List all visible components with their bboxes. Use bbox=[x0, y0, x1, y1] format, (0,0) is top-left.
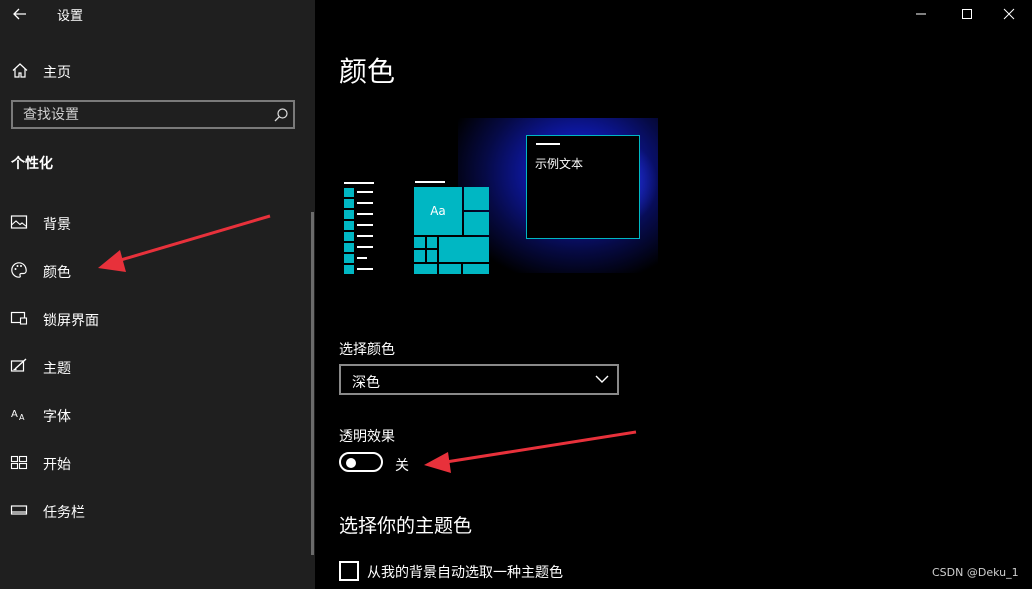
sidebar: 设置 主页 个性化 背景 颜色 锁屏界面 bbox=[0, 0, 315, 589]
preview-start-tiles: Aa bbox=[414, 180, 490, 275]
auto-accent-label: 从我的背景自动选取一种主题色 bbox=[367, 565, 563, 581]
svg-text:A: A bbox=[11, 409, 18, 420]
sidebar-item-label: 主题 bbox=[43, 361, 71, 377]
preview-tile-aa: Aa bbox=[414, 187, 462, 235]
section-title: 个性化 bbox=[11, 156, 53, 172]
minimize-icon bbox=[916, 13, 926, 15]
font-icon: A A bbox=[11, 409, 25, 422]
sidebar-item-start[interactable]: 开始 bbox=[0, 442, 310, 482]
theme-icon bbox=[10, 358, 27, 372]
page-title: 颜色 bbox=[339, 55, 396, 88]
transparency-toggle[interactable] bbox=[339, 452, 383, 472]
sample-text: 示例文本 bbox=[535, 157, 584, 171]
sidebar-item-colors[interactable]: 颜色 bbox=[0, 250, 310, 290]
search-box[interactable] bbox=[11, 100, 295, 129]
accent-color-title: 选择你的主题色 bbox=[339, 515, 473, 537]
sidebar-item-background[interactable]: 背景 bbox=[0, 202, 310, 242]
back-button[interactable] bbox=[6, 0, 34, 28]
preview-app-list bbox=[344, 182, 378, 277]
transparency-label: 透明效果 bbox=[339, 429, 395, 445]
svg-text:A: A bbox=[19, 413, 25, 422]
choose-color-label: 选择颜色 bbox=[339, 342, 395, 358]
sidebar-item-label: 主页 bbox=[43, 65, 71, 81]
search-input[interactable] bbox=[13, 102, 273, 127]
maximize-button[interactable] bbox=[944, 0, 990, 28]
lock-screen-icon bbox=[10, 311, 28, 325]
chevron-down-icon bbox=[595, 375, 609, 383]
sidebar-item-label: 颜色 bbox=[43, 265, 71, 281]
main-content: 颜色 bbox=[315, 0, 1032, 589]
search-icon[interactable] bbox=[273, 107, 289, 123]
back-arrow-icon bbox=[13, 8, 26, 20]
minimize-button[interactable] bbox=[898, 0, 944, 28]
home-icon bbox=[12, 63, 28, 78]
choose-color-value: 深色 bbox=[352, 375, 380, 391]
transparency-state: 关 bbox=[395, 458, 409, 474]
sidebar-item-lock-screen[interactable]: 锁屏界面 bbox=[0, 298, 310, 338]
start-icon bbox=[10, 455, 28, 470]
sidebar-scrollbar[interactable] bbox=[311, 212, 314, 555]
sidebar-item-fonts[interactable]: A A 字体 bbox=[0, 394, 310, 434]
maximize-icon bbox=[962, 9, 972, 19]
picture-icon bbox=[10, 215, 28, 229]
sidebar-item-label: 背景 bbox=[43, 217, 71, 233]
sidebar-item-themes[interactable]: 主题 bbox=[0, 346, 310, 386]
sidebar-item-label: 字体 bbox=[43, 409, 71, 425]
sidebar-item-label: 锁屏界面 bbox=[43, 313, 99, 329]
palette-icon bbox=[11, 262, 27, 278]
sidebar-item-home[interactable]: 主页 bbox=[0, 54, 315, 86]
close-icon bbox=[1003, 8, 1015, 20]
toggle-knob bbox=[346, 458, 356, 468]
app-title: 设置 bbox=[57, 9, 84, 24]
choose-color-dropdown[interactable]: 深色 bbox=[339, 364, 619, 395]
taskbar-icon bbox=[10, 505, 28, 515]
sidebar-item-label: 开始 bbox=[43, 457, 71, 473]
close-button[interactable] bbox=[986, 0, 1032, 28]
sidebar-item-taskbar[interactable]: 任务栏 bbox=[0, 490, 310, 530]
auto-accent-checkbox[interactable] bbox=[339, 561, 359, 581]
watermark: CSDN @Deku_1 bbox=[932, 566, 1019, 579]
preview-sample-window: 示例文本 bbox=[526, 135, 640, 239]
sidebar-item-label: 任务栏 bbox=[43, 505, 85, 521]
